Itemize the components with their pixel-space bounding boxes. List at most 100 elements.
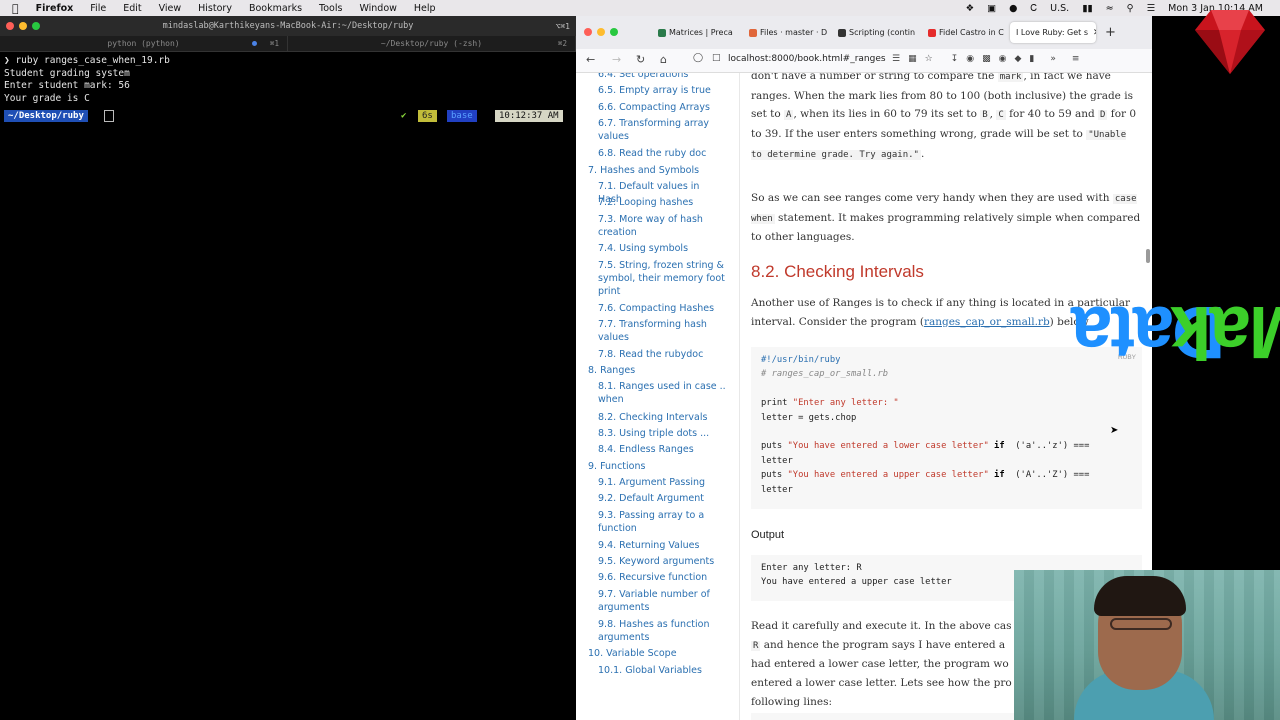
text: , when its lies in 60 to 79 its set to bbox=[793, 108, 981, 121]
toc-item[interactable]: 6.8. Read the ruby doc bbox=[598, 147, 726, 160]
toc-item[interactable]: 6.7. Transforming array values bbox=[598, 117, 726, 143]
toc-item[interactable]: 7.8. Read the rubydoc bbox=[598, 348, 726, 361]
toc-item[interactable]: 9.7. Variable number of arguments bbox=[598, 588, 726, 614]
wifi-icon[interactable]: ≈ bbox=[1106, 3, 1114, 14]
toc-item[interactable]: 7.5. String, frozen string & symbol, the… bbox=[598, 259, 726, 298]
terminal-tab-python[interactable]: python (python) ⌘1 bbox=[0, 36, 288, 51]
code-token: "You have entered a upper case letter" bbox=[787, 470, 989, 481]
close-icon[interactable] bbox=[584, 28, 592, 36]
toc-item[interactable]: 9.8. Hashes as function arguments bbox=[598, 618, 726, 644]
menu-history[interactable]: History bbox=[198, 3, 232, 14]
source-file-link[interactable]: ranges_cap_or_small.rb bbox=[924, 316, 1050, 328]
close-tab-icon[interactable]: ✕ bbox=[1093, 28, 1096, 38]
prompt-line: ~/Desktop/ruby ✔ 6s base 10:12:37 AM bbox=[4, 110, 570, 122]
prompt-env: base bbox=[447, 110, 477, 122]
display-icon[interactable]: ▣ bbox=[987, 3, 996, 14]
toc-item[interactable]: 7.3. More way of hash creation bbox=[598, 213, 726, 239]
back-icon[interactable]: ← bbox=[586, 53, 595, 66]
url-bar[interactable]: localhost:8000/book.html#_ranges bbox=[728, 54, 886, 64]
browser-tab[interactable]: Fidel Castro in C bbox=[922, 22, 1010, 43]
account-icon[interactable]: ◉ bbox=[966, 54, 974, 64]
browser-tab[interactable]: Files · master · D bbox=[743, 22, 831, 43]
grid-icon[interactable]: ▦ bbox=[908, 54, 917, 64]
toc-item[interactable]: 8.1. Ranges used in case .. when bbox=[598, 380, 726, 406]
toc-item[interactable]: 9.3. Passing array to a function bbox=[598, 509, 726, 535]
paragraph: don't have a number or string to compare… bbox=[751, 73, 1141, 165]
menu-edit[interactable]: Edit bbox=[123, 3, 141, 14]
toc-item[interactable]: 7.4. Using symbols bbox=[598, 242, 726, 255]
code-line: #!/usr/bin/ruby bbox=[761, 355, 841, 365]
minimize-icon[interactable] bbox=[19, 22, 27, 30]
bookmark-star-icon[interactable]: ☆ bbox=[925, 54, 933, 64]
zoom-icon[interactable] bbox=[610, 28, 618, 36]
toc-item[interactable]: 8.2. Checking Intervals bbox=[598, 411, 726, 424]
reader-view-icon[interactable]: ☰ bbox=[892, 54, 900, 64]
download-icon[interactable]: ↧ bbox=[951, 54, 959, 64]
toc-item[interactable]: 8.3. Using triple dots ... bbox=[598, 427, 726, 440]
reload-icon[interactable]: ↻ bbox=[636, 53, 645, 66]
menu-view[interactable]: View bbox=[159, 3, 182, 14]
menu-app-name[interactable]: Firefox bbox=[36, 3, 74, 14]
browser-tab-active[interactable]: I Love Ruby: Get s ✕ bbox=[1010, 22, 1096, 43]
inline-code: C bbox=[996, 110, 1006, 121]
page-info-icon[interactable]: □ bbox=[712, 53, 721, 63]
zoom-icon[interactable] bbox=[32, 22, 40, 30]
terminal-window: mindaslab@Karthikeyans-MacBook-Air:~/Des… bbox=[0, 16, 576, 720]
extension-icon[interactable]: ▮ bbox=[1029, 54, 1034, 64]
toc-item[interactable]: 9.1. Argument Passing bbox=[598, 476, 726, 489]
toc-item[interactable]: 9. Functions bbox=[588, 460, 726, 473]
close-icon[interactable] bbox=[6, 22, 14, 30]
toc-item[interactable]: 6.4. Set operations bbox=[598, 73, 726, 81]
overflow-icon[interactable]: » bbox=[1050, 54, 1056, 64]
toc-item[interactable]: 9.2. Default Argument bbox=[598, 492, 726, 505]
menu-file[interactable]: File bbox=[90, 3, 106, 14]
browser-tab[interactable]: Matrices | Preca bbox=[652, 22, 740, 43]
home-icon[interactable]: ⌂ bbox=[660, 53, 667, 66]
dropbox-icon[interactable]: ❖ bbox=[966, 3, 975, 14]
menu-icon[interactable]: ≡ bbox=[1072, 54, 1080, 64]
toc-item[interactable]: 9.6. Recursive function bbox=[598, 571, 726, 584]
text: . bbox=[920, 147, 925, 160]
toc-item[interactable]: 9.4. Returning Values bbox=[598, 539, 726, 552]
toc-item[interactable]: 10. Variable Scope bbox=[588, 647, 726, 660]
apple-menu-icon[interactable]:  bbox=[12, 2, 19, 15]
browser-tabbar: Matrices | Preca Files · master · D Scri… bbox=[576, 16, 1152, 49]
code-line: letter bbox=[761, 455, 793, 466]
terminal-tab-zsh[interactable]: ~/Desktop/ruby (-zsh) ⌘2 bbox=[288, 36, 576, 51]
extension-icon[interactable]: ◆ bbox=[1014, 54, 1021, 64]
toc-item[interactable]: 8.4. Endless Ranges bbox=[598, 443, 726, 456]
menu-help[interactable]: Help bbox=[414, 3, 436, 14]
toc-item[interactable]: 6.5. Empty array is true bbox=[598, 84, 726, 97]
bluetooth-icon[interactable]: Ꮯ bbox=[1030, 3, 1037, 14]
browser-tab-label: Matrices | Preca bbox=[669, 28, 733, 37]
toc-item[interactable]: 6.6. Compacting Arrays bbox=[598, 101, 726, 114]
terminal-tabs: python (python) ⌘1 ~/Desktop/ruby (-zsh)… bbox=[0, 36, 576, 52]
toc-item[interactable]: 10.1. Global Variables bbox=[598, 664, 726, 677]
forward-icon[interactable]: → bbox=[612, 53, 621, 66]
toc-item[interactable]: 7. Hashes and Symbols bbox=[588, 164, 726, 177]
toc-item[interactable]: 7.7. Transforming hash values bbox=[598, 318, 726, 344]
menu-window[interactable]: Window bbox=[359, 3, 396, 14]
extensions-icon[interactable]: ▩ bbox=[982, 54, 991, 64]
control-center-icon[interactable]: ☰ bbox=[1147, 3, 1156, 14]
terminal-tab-shortcut: ⌘2 bbox=[557, 39, 567, 48]
record-icon[interactable]: ● bbox=[1009, 3, 1017, 14]
extension-icon[interactable]: ◉ bbox=[999, 54, 1007, 64]
toc-item[interactable]: 7.6. Compacting Hashes bbox=[598, 302, 726, 315]
text: statement. It makes programming relative… bbox=[751, 211, 1141, 244]
search-icon[interactable]: ⚲ bbox=[1127, 3, 1134, 14]
menu-tools[interactable]: Tools bbox=[319, 3, 342, 14]
brand-text: DataMaking bbox=[1073, 256, 1280, 408]
toc-item[interactable]: 9.5. Keyword arguments bbox=[598, 555, 726, 568]
menu-bookmarks[interactable]: Bookmarks bbox=[249, 3, 302, 14]
toc-item[interactable]: 8. Ranges bbox=[588, 364, 726, 377]
shield-icon[interactable]: ◯ bbox=[693, 53, 703, 63]
minimize-icon[interactable] bbox=[597, 28, 605, 36]
toc-item[interactable]: 7.2. Looping hashes bbox=[598, 196, 726, 209]
new-tab-button[interactable]: + bbox=[1105, 25, 1116, 40]
code-token: "You have entered a lower case letter" bbox=[787, 441, 989, 452]
input-locale[interactable]: U.S. bbox=[1050, 3, 1069, 14]
browser-tab[interactable]: Scripting (contin bbox=[832, 22, 920, 43]
battery-icon[interactable]: ▮▮ bbox=[1082, 3, 1092, 14]
terminal-output[interactable]: ❯ ruby ranges_case_when_19.rb Student gra… bbox=[0, 52, 576, 146]
